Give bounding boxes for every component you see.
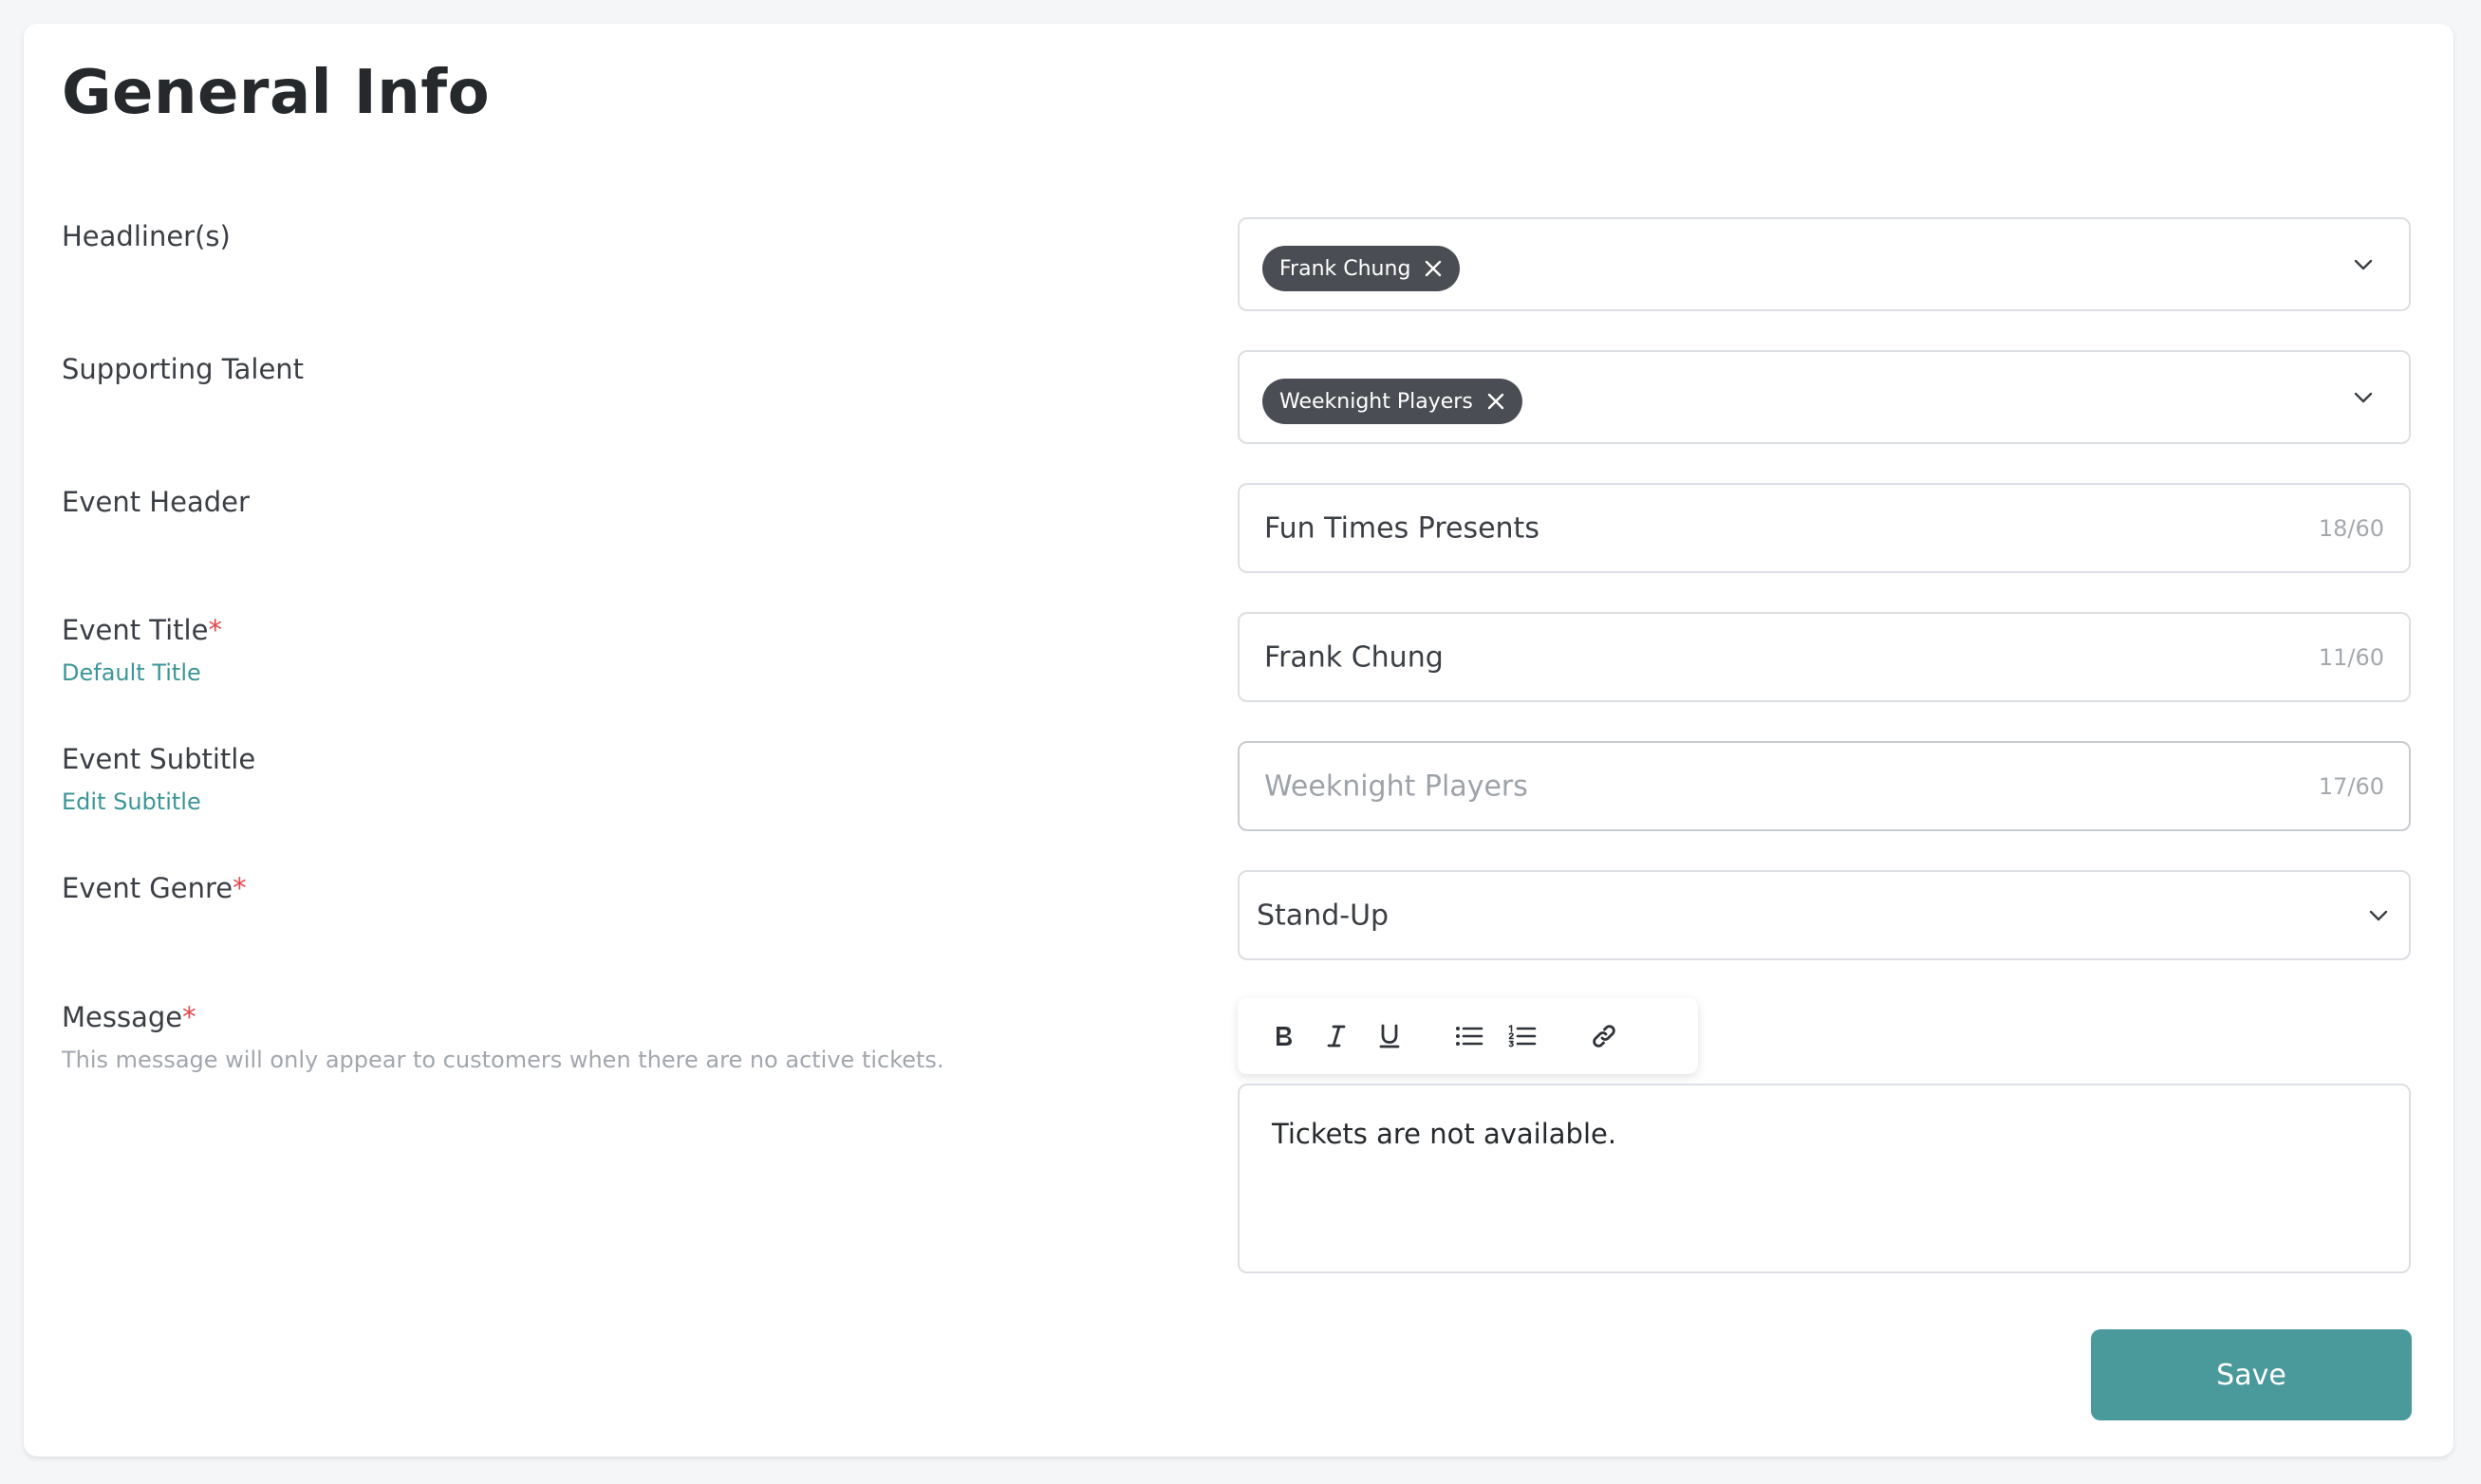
required-mark: *	[208, 614, 222, 646]
rich-text-toolbar	[1238, 998, 1698, 1074]
event-title-label-text: Event Title	[62, 614, 209, 646]
numbered-list-icon[interactable]	[1503, 1017, 1541, 1055]
headliner-tag-label: Frank Chung	[1279, 256, 1411, 281]
headliners-label: Headliner(s)	[62, 220, 231, 252]
general-info-card: General Info Headliner(s) Frank Chung Su…	[24, 24, 2453, 1456]
event-genre-label: Event Genre*	[62, 872, 247, 904]
event-title-field[interactable]: 11/60	[1238, 612, 2411, 702]
headliner-tag: Frank Chung	[1262, 246, 1461, 291]
remove-tag-icon[interactable]	[1424, 259, 1443, 278]
message-label: Message*	[62, 1001, 196, 1033]
chevron-down-icon[interactable]	[2367, 904, 2390, 927]
remove-tag-icon[interactable]	[1486, 392, 1505, 411]
page-title: General Info	[62, 58, 491, 128]
chevron-down-icon[interactable]	[2352, 253, 2375, 276]
event-title-input[interactable]	[1264, 640, 2213, 674]
message-editor-content[interactable]: Tickets are not available.	[1272, 1118, 1616, 1150]
event-genre-label-text: Event Genre	[62, 872, 233, 904]
supporting-talent-multiselect[interactable]: Weeknight Players	[1238, 350, 2411, 444]
event-header-field[interactable]: 18/60	[1238, 483, 2411, 573]
event-header-label: Event Header	[62, 486, 250, 518]
message-editor[interactable]: Tickets are not available.	[1238, 1084, 2411, 1273]
default-title-link[interactable]: Default Title	[62, 659, 201, 686]
edit-subtitle-link[interactable]: Edit Subtitle	[62, 788, 201, 815]
event-subtitle-field[interactable]: 17/60	[1238, 741, 2411, 831]
supporting-talent-label: Supporting Talent	[62, 353, 305, 385]
event-header-counter: 18/60	[2318, 514, 2384, 542]
event-genre-value: Stand-Up	[1257, 899, 1390, 932]
event-title-counter: 11/60	[2318, 643, 2384, 671]
required-mark: *	[182, 1001, 196, 1033]
event-title-label: Event Title*	[62, 614, 222, 646]
supporting-talent-tag: Weeknight Players	[1262, 379, 1522, 424]
save-button[interactable]: Save	[2091, 1329, 2412, 1420]
event-subtitle-label: Event Subtitle	[62, 743, 256, 775]
chevron-down-icon[interactable]	[2352, 386, 2375, 409]
event-subtitle-input[interactable]	[1264, 770, 2213, 803]
link-icon[interactable]	[1585, 1017, 1623, 1055]
bold-icon[interactable]	[1264, 1017, 1302, 1055]
message-helper-text: This message will only appear to custome…	[62, 1047, 944, 1073]
required-mark: *	[233, 872, 247, 904]
event-subtitle-counter: 17/60	[2318, 772, 2384, 800]
italic-icon[interactable]	[1317, 1017, 1355, 1055]
headliners-multiselect[interactable]: Frank Chung	[1238, 217, 2411, 311]
message-label-text: Message	[62, 1001, 183, 1033]
event-genre-select[interactable]: Stand-Up	[1238, 870, 2411, 960]
underline-icon[interactable]	[1371, 1017, 1408, 1055]
event-header-input[interactable]	[1264, 511, 2213, 545]
bulleted-list-icon[interactable]	[1450, 1017, 1488, 1055]
supporting-talent-tag-label: Weeknight Players	[1279, 389, 1473, 414]
